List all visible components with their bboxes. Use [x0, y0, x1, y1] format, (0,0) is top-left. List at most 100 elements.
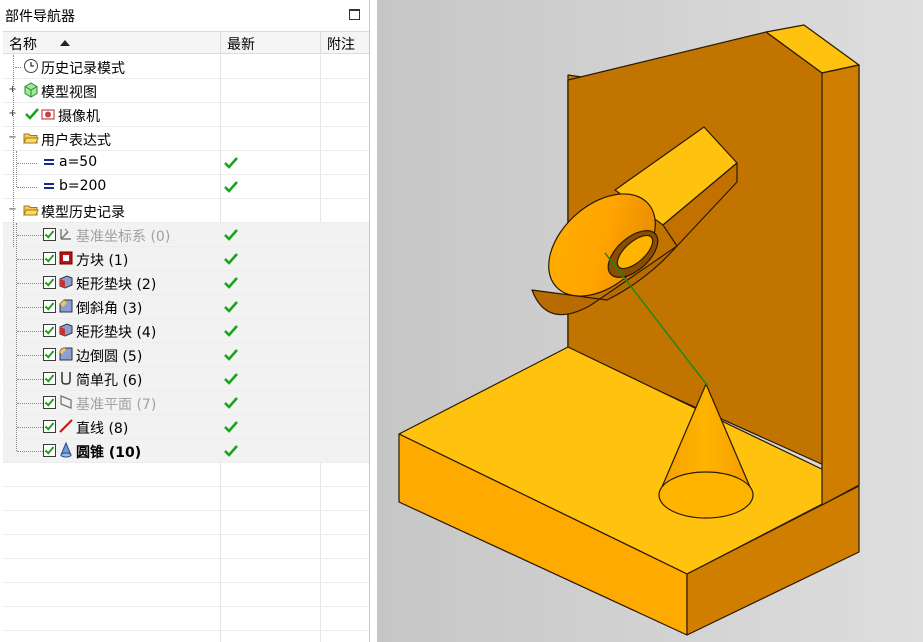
tree-node[interactable]: 直线 (8): [3, 415, 369, 439]
tree-connector: [17, 403, 43, 404]
empty-row: [3, 583, 369, 607]
tree-node[interactable]: 基准坐标系 (0): [3, 223, 369, 247]
tree-node[interactable]: + 模型视图: [3, 79, 369, 103]
column-latest[interactable]: 最新: [227, 34, 255, 54]
latest-check-icon: [223, 419, 239, 435]
column-header: 名称 最新 附注: [3, 31, 369, 54]
tree-node-label: 边倒圆 (5): [76, 349, 143, 365]
tree-node-label: 用户表达式: [41, 133, 111, 149]
tree-node[interactable]: 矩形垫块 (4): [3, 319, 369, 343]
feature-checkbox[interactable]: [43, 444, 56, 457]
column-divider[interactable]: [220, 32, 221, 53]
tree-connector: [17, 283, 43, 284]
tree-node-label: 模型视图: [41, 85, 97, 101]
tree-connector: [17, 187, 37, 188]
tree-connector: [17, 379, 43, 380]
tree-node[interactable]: 边倒圆 (5): [3, 343, 369, 367]
expression-icon: [41, 154, 57, 170]
sort-ascending-icon[interactable]: [60, 40, 70, 46]
empty-row: [3, 487, 369, 511]
tree-node[interactable]: − 用户表达式: [3, 127, 369, 151]
feature-checkbox[interactable]: [43, 348, 56, 361]
feature-checkbox[interactable]: [43, 372, 56, 385]
tree-node-label: 简单孔 (6): [76, 373, 143, 389]
latest-check-icon: [223, 251, 239, 267]
tree-node-label: 摄像机: [58, 109, 100, 125]
cone-base: [658, 471, 754, 519]
maximize-icon[interactable]: [349, 9, 360, 20]
column-name[interactable]: 名称: [9, 34, 37, 54]
tree-connector: [15, 67, 21, 68]
datum-csys-icon: [58, 226, 74, 242]
tree-node-label: 矩形垫块 (4): [76, 325, 157, 341]
folder-open-icon: [23, 202, 39, 218]
tree-connector: [17, 163, 37, 164]
clock-icon: [23, 58, 39, 74]
part-model[interactable]: [377, 0, 923, 642]
tree-node-label: a=50: [59, 154, 98, 170]
panel-splitter[interactable]: [369, 0, 377, 642]
tree-connector: [17, 259, 43, 260]
tree-node-label: 圆锥 (10): [76, 445, 142, 461]
feature-checkbox[interactable]: [43, 276, 56, 289]
part-navigator: 部件导航器 名称 最新 附注 历史记录模式 + 模型视图 + 摄像机 − 用户表达式 a=50…: [0, 0, 377, 642]
tree-guide-line: [16, 223, 17, 451]
chamfer-icon: [58, 298, 74, 314]
visibility-check-icon[interactable]: [24, 106, 40, 122]
tree-node[interactable]: − 模型历史记录: [3, 199, 369, 223]
camera-icon: [40, 106, 56, 122]
navigator-title: 部件导航器: [5, 9, 75, 25]
tree-connector: [17, 307, 43, 308]
pad-icon: [58, 274, 74, 290]
tree-node[interactable]: 矩形垫块 (2): [3, 271, 369, 295]
tree-node[interactable]: + 摄像机: [3, 103, 369, 127]
latest-check-icon: [223, 155, 239, 171]
datum-plane-icon: [58, 394, 74, 410]
empty-row: [3, 511, 369, 535]
column-note[interactable]: 附注: [327, 34, 355, 54]
latest-check-icon: [223, 371, 239, 387]
tree-node[interactable]: 简单孔 (6): [3, 367, 369, 391]
tree-node-label: b=200: [59, 178, 107, 194]
tree-guide-line: [16, 151, 17, 187]
latest-check-icon: [223, 275, 239, 291]
tree-connector: [17, 427, 43, 428]
latest-check-icon: [223, 443, 239, 459]
tree-node[interactable]: 方块 (1): [3, 247, 369, 271]
tree-node[interactable]: 圆锥 (10): [3, 439, 369, 463]
feature-checkbox[interactable]: [43, 396, 56, 409]
feature-checkbox[interactable]: [43, 324, 56, 337]
tree-connector: [17, 331, 43, 332]
latest-check-icon: [223, 347, 239, 363]
tree-node-label: 基准坐标系 (0): [76, 229, 171, 245]
latest-check-icon: [223, 227, 239, 243]
graphics-viewport[interactable]: [377, 0, 923, 642]
latest-check-icon: [223, 323, 239, 339]
tree-node-label: 基准平面 (7): [76, 397, 157, 413]
line-icon: [58, 418, 74, 434]
tree-node[interactable]: 基准平面 (7): [3, 391, 369, 415]
tree-node[interactable]: 倒斜角 (3): [3, 295, 369, 319]
cone-icon: [58, 441, 74, 458]
edge-blend-icon: [58, 346, 74, 362]
tree-node[interactable]: 历史记录模式: [3, 55, 369, 79]
pad-icon: [58, 322, 74, 338]
tree-connector: [17, 355, 43, 356]
navigator-header: 部件导航器: [0, 0, 377, 30]
feature-checkbox[interactable]: [43, 252, 56, 265]
tree-node[interactable]: a=50: [3, 151, 369, 175]
hole-icon: [58, 370, 74, 386]
tree-node[interactable]: b=200: [3, 175, 369, 199]
feature-checkbox[interactable]: [43, 420, 56, 433]
column-divider[interactable]: [320, 32, 321, 53]
empty-row: [3, 559, 369, 583]
block-icon: [58, 250, 74, 266]
tree-node-label: 方块 (1): [76, 253, 129, 269]
feature-checkbox[interactable]: [43, 300, 56, 313]
tree-node-label: 矩形垫块 (2): [76, 277, 157, 293]
tree-connector: [17, 235, 43, 236]
feature-checkbox[interactable]: [43, 228, 56, 241]
tree-node-label: 模型历史记录: [41, 205, 125, 221]
tree-connector: [17, 451, 43, 452]
latest-check-icon: [223, 179, 239, 195]
